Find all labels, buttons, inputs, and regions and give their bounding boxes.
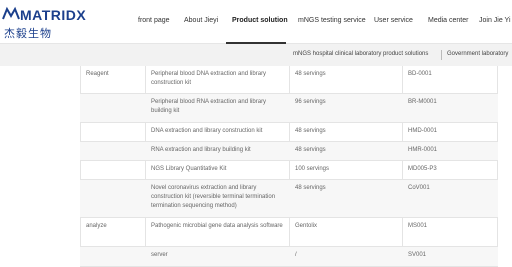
row-code: BD-0001: [408, 71, 432, 77]
nav-media-center[interactable]: Media center: [428, 17, 468, 24]
row-code: SV001: [408, 252, 427, 258]
table-row: analyze Pathogenic microbial gene data a…: [80, 218, 498, 247]
table-row: Peripheral blood RNA extraction and libr…: [80, 94, 498, 123]
nav-user-service[interactable]: User service: [374, 17, 413, 24]
product-table: Reagent Peripheral blood DNA extraction …: [80, 66, 498, 267]
subnav-divider: [441, 50, 442, 60]
row-spec: 100 servings: [295, 166, 330, 172]
row-category: analyze: [86, 223, 107, 229]
row-product-name: Peripheral blood RNA extraction and libr…: [151, 99, 267, 114]
row-code: MS001: [408, 223, 428, 229]
subnav-government-lab[interactable]: Government laboratory: [447, 51, 508, 57]
row-spec: 48 servings: [295, 147, 326, 153]
row-product-name: server: [151, 252, 168, 258]
brand-name-cn: 杰毅生物: [4, 28, 52, 40]
row-spec: /: [295, 252, 297, 258]
sub-nav: mNGS hospital clinical laboratory produc…: [0, 44, 512, 66]
row-product-name: NGS Library Quantitative Kit: [151, 166, 227, 172]
row-spec: 48 servings: [295, 185, 326, 191]
row-product-name: DNA extraction and library construction …: [151, 128, 263, 134]
row-spec: 48 servings: [295, 128, 326, 134]
table-row: Reagent Peripheral blood DNA extraction …: [80, 66, 498, 94]
row-code: HMD-0001: [408, 128, 438, 134]
table-row: DNA extraction and library construction …: [80, 123, 498, 142]
brand-logo[interactable]: MATRIDX 杰毅生物: [2, 4, 102, 40]
brand-name: MATRIDX: [20, 7, 87, 23]
row-spec: Gentolix: [295, 223, 318, 229]
table-row: server / SV001: [80, 247, 498, 267]
nav-join[interactable]: Join Jie Yi: [479, 17, 511, 24]
nav-mngs-testing[interactable]: mNGS testing service: [298, 17, 366, 24]
row-code: HMR-0001: [408, 147, 438, 153]
nav-about[interactable]: About Jieyi: [184, 17, 218, 24]
logo-mark-icon: [2, 6, 20, 20]
row-spec: 48 servings: [295, 71, 326, 77]
row-code: MD005-P3: [408, 166, 437, 172]
nav-front-page[interactable]: front page: [138, 17, 170, 24]
row-product-name: Peripheral blood DNA extraction and libr…: [151, 71, 267, 86]
table-row: RNA extraction and library building kit …: [80, 142, 498, 161]
row-spec: 96 servings: [295, 99, 326, 105]
table-row: Novel coronavirus extraction and library…: [80, 180, 498, 218]
nav-product-solution[interactable]: Product solution: [232, 17, 288, 24]
row-product-name: RNA extraction and library building kit: [151, 147, 251, 153]
row-product-name: Novel coronavirus extraction and library…: [151, 185, 276, 209]
site-header: MATRIDX 杰毅生物 front page About Jieyi Prod…: [0, 0, 512, 44]
row-product-name: Pathogenic microbial gene data analysis …: [151, 223, 283, 229]
subnav-clinical-lab[interactable]: mNGS hospital clinical laboratory produc…: [293, 51, 428, 57]
table-row: NGS Library Quantitative Kit 100 serving…: [80, 161, 498, 180]
row-code: BR-M0001: [408, 99, 437, 105]
row-code: CoV001: [408, 185, 430, 191]
row-category: Reagent: [86, 71, 109, 77]
